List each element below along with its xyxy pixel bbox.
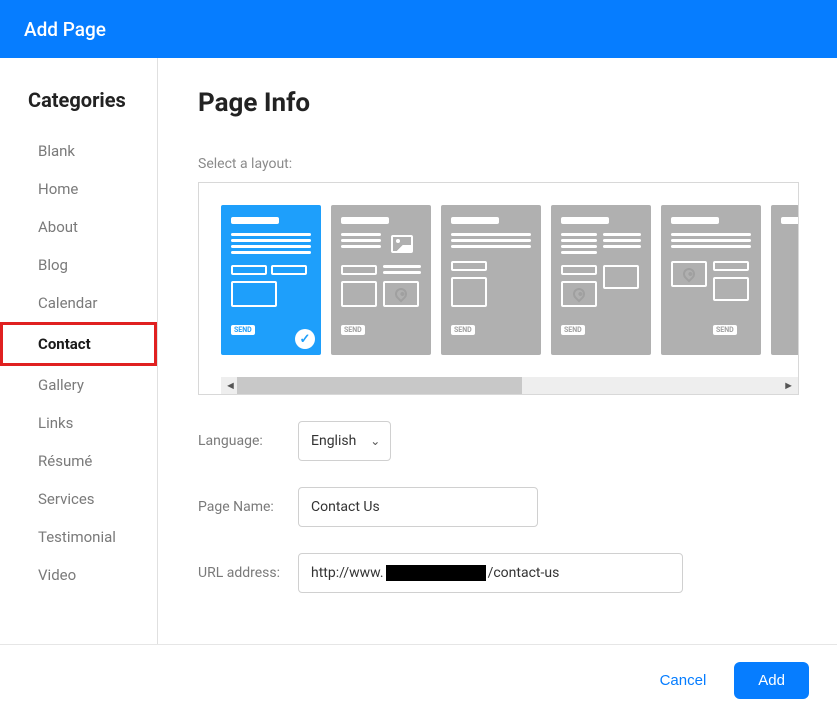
- layout-thumb-5[interactable]: SEND: [661, 205, 761, 355]
- url-redacted: [386, 565, 486, 581]
- pin-icon: [571, 286, 588, 303]
- category-item-blank[interactable]: Blank: [0, 132, 157, 170]
- send-badge: SEND: [231, 325, 255, 335]
- url-prefix: http://www.: [311, 565, 384, 581]
- cancel-button[interactable]: Cancel: [660, 672, 707, 689]
- modal-header: Add Page: [0, 0, 837, 58]
- url-label: URL address:: [198, 565, 298, 581]
- check-icon: ✓: [295, 329, 315, 349]
- send-badge: SEND: [341, 325, 365, 335]
- category-item-contact[interactable]: Contact: [0, 322, 157, 366]
- url-suffix: /contact-us: [488, 565, 560, 581]
- layout-thumb-2[interactable]: SEND: [331, 205, 431, 355]
- language-value: English: [311, 433, 356, 449]
- language-select[interactable]: English ⌄: [298, 421, 391, 461]
- layout-label: Select a layout:: [198, 156, 799, 172]
- layout-thumb-1[interactable]: SEND ✓: [221, 205, 321, 355]
- category-item-resume[interactable]: Résumé: [0, 442, 157, 480]
- category-item-blog[interactable]: Blog: [0, 246, 157, 284]
- send-badge: SEND: [713, 325, 737, 335]
- language-label: Language:: [198, 433, 298, 449]
- pagename-label: Page Name:: [198, 499, 298, 515]
- page-title: Page Info: [198, 88, 799, 118]
- category-item-testimonial[interactable]: Testimonial: [0, 518, 157, 556]
- main-panel: Page Info Select a layout: SEND ✓: [158, 58, 837, 644]
- modal-title: Add Page: [24, 18, 106, 41]
- pin-icon: [393, 286, 410, 303]
- layout-thumbnails: SEND ✓ SEND: [221, 205, 798, 355]
- layout-thumb-3[interactable]: SEND: [441, 205, 541, 355]
- add-button[interactable]: Add: [734, 662, 809, 699]
- category-item-gallery[interactable]: Gallery: [0, 366, 157, 404]
- layout-thumb-4[interactable]: SEND: [551, 205, 651, 355]
- pagename-input[interactable]: [298, 487, 538, 527]
- category-item-links[interactable]: Links: [0, 404, 157, 442]
- image-icon: [391, 235, 413, 253]
- scroll-left-icon[interactable]: ◄: [225, 379, 236, 392]
- category-list: Blank Home About Blog Calendar Contact G…: [0, 132, 157, 594]
- layout-scrollbar[interactable]: ◄ ►: [221, 377, 798, 394]
- categories-sidebar: Categories Blank Home About Blog Calenda…: [0, 58, 158, 644]
- send-badge: SEND: [561, 325, 585, 335]
- category-item-about[interactable]: About: [0, 208, 157, 246]
- category-item-services[interactable]: Services: [0, 480, 157, 518]
- modal-footer: Cancel Add: [0, 644, 837, 716]
- category-item-calendar[interactable]: Calendar: [0, 284, 157, 322]
- category-item-video[interactable]: Video: [0, 556, 157, 594]
- scrollbar-thumb[interactable]: [237, 377, 522, 394]
- layout-picker: SEND ✓ SEND: [198, 182, 799, 395]
- layout-thumb-6[interactable]: [771, 205, 798, 355]
- scroll-right-icon[interactable]: ►: [783, 379, 794, 392]
- pin-icon: [681, 266, 698, 283]
- chevron-down-icon: ⌄: [370, 434, 380, 448]
- sidebar-heading: Categories: [0, 88, 157, 132]
- category-item-home[interactable]: Home: [0, 170, 157, 208]
- url-input[interactable]: http://www. /contact-us: [298, 553, 683, 593]
- send-badge: SEND: [451, 325, 475, 335]
